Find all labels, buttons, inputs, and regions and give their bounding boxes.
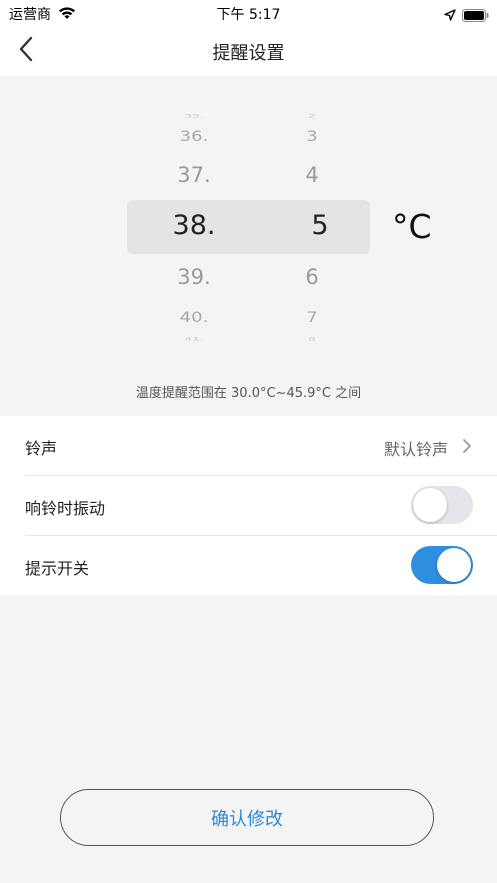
chevron-right-icon [462, 438, 472, 458]
picker-integer-item[interactable]: 40. [144, 309, 244, 326]
reminder-toggle[interactable] [411, 546, 473, 584]
picker-integer-item[interactable]: 37. [144, 163, 244, 187]
toggle-knob [437, 548, 471, 582]
clock: 下午 5:17 [216, 7, 281, 23]
battery-icon [462, 7, 490, 26]
picker-decimal-item[interactable]: 4 [262, 163, 362, 187]
picker-decimal-item[interactable]: 2 [262, 114, 362, 119]
temperature-unit: °C [392, 207, 432, 246]
status-bar: 运营商 下午 5:17 [0, 0, 497, 26]
vibrate-label: 响铃时振动 [25, 499, 106, 518]
picker-decimal-selected[interactable]: 5 [270, 210, 370, 241]
nav-bar: 提醒设置 [0, 26, 497, 76]
ringtone-row[interactable]: 铃声 默认铃声 [0, 416, 497, 475]
vibrate-row: 响铃时振动 [0, 476, 497, 535]
location-icon [444, 6, 456, 25]
picker-integer-item[interactable]: 41. [144, 337, 244, 342]
temperature-picker[interactable]: 35. 36. 37. 38. 39. 40. 41. 2 3 4 5 6 7 … [0, 76, 497, 416]
vibrate-toggle[interactable] [411, 486, 473, 524]
ringtone-value: 默认铃声 [383, 440, 448, 459]
picker-decimal-item[interactable]: 3 [262, 128, 362, 145]
picker-integer-item[interactable]: 39. [144, 265, 244, 289]
ringtone-label: 铃声 [25, 439, 58, 458]
reminder-label: 提示开关 [25, 559, 90, 578]
toggle-knob [413, 488, 447, 522]
reminder-row: 提示开关 [0, 536, 497, 595]
range-note: 温度提醒范围在 30.0°C~45.9°C 之间 [135, 386, 362, 401]
picker-decimal-item[interactable]: 7 [262, 309, 362, 326]
page-title: 提醒设置 [212, 43, 285, 64]
picker-integer-item[interactable]: 35. [144, 114, 244, 119]
picker-decimal-item[interactable]: 6 [262, 265, 362, 289]
settings-list: 铃声 默认铃声 响铃时振动 提示开关 [0, 416, 497, 595]
picker-integer-selected[interactable]: 38. [144, 210, 244, 241]
picker-integer-item[interactable]: 36. [144, 128, 244, 145]
confirm-button[interactable]: 确认修改 [60, 789, 434, 846]
picker-decimal-item[interactable]: 8 [262, 337, 362, 342]
